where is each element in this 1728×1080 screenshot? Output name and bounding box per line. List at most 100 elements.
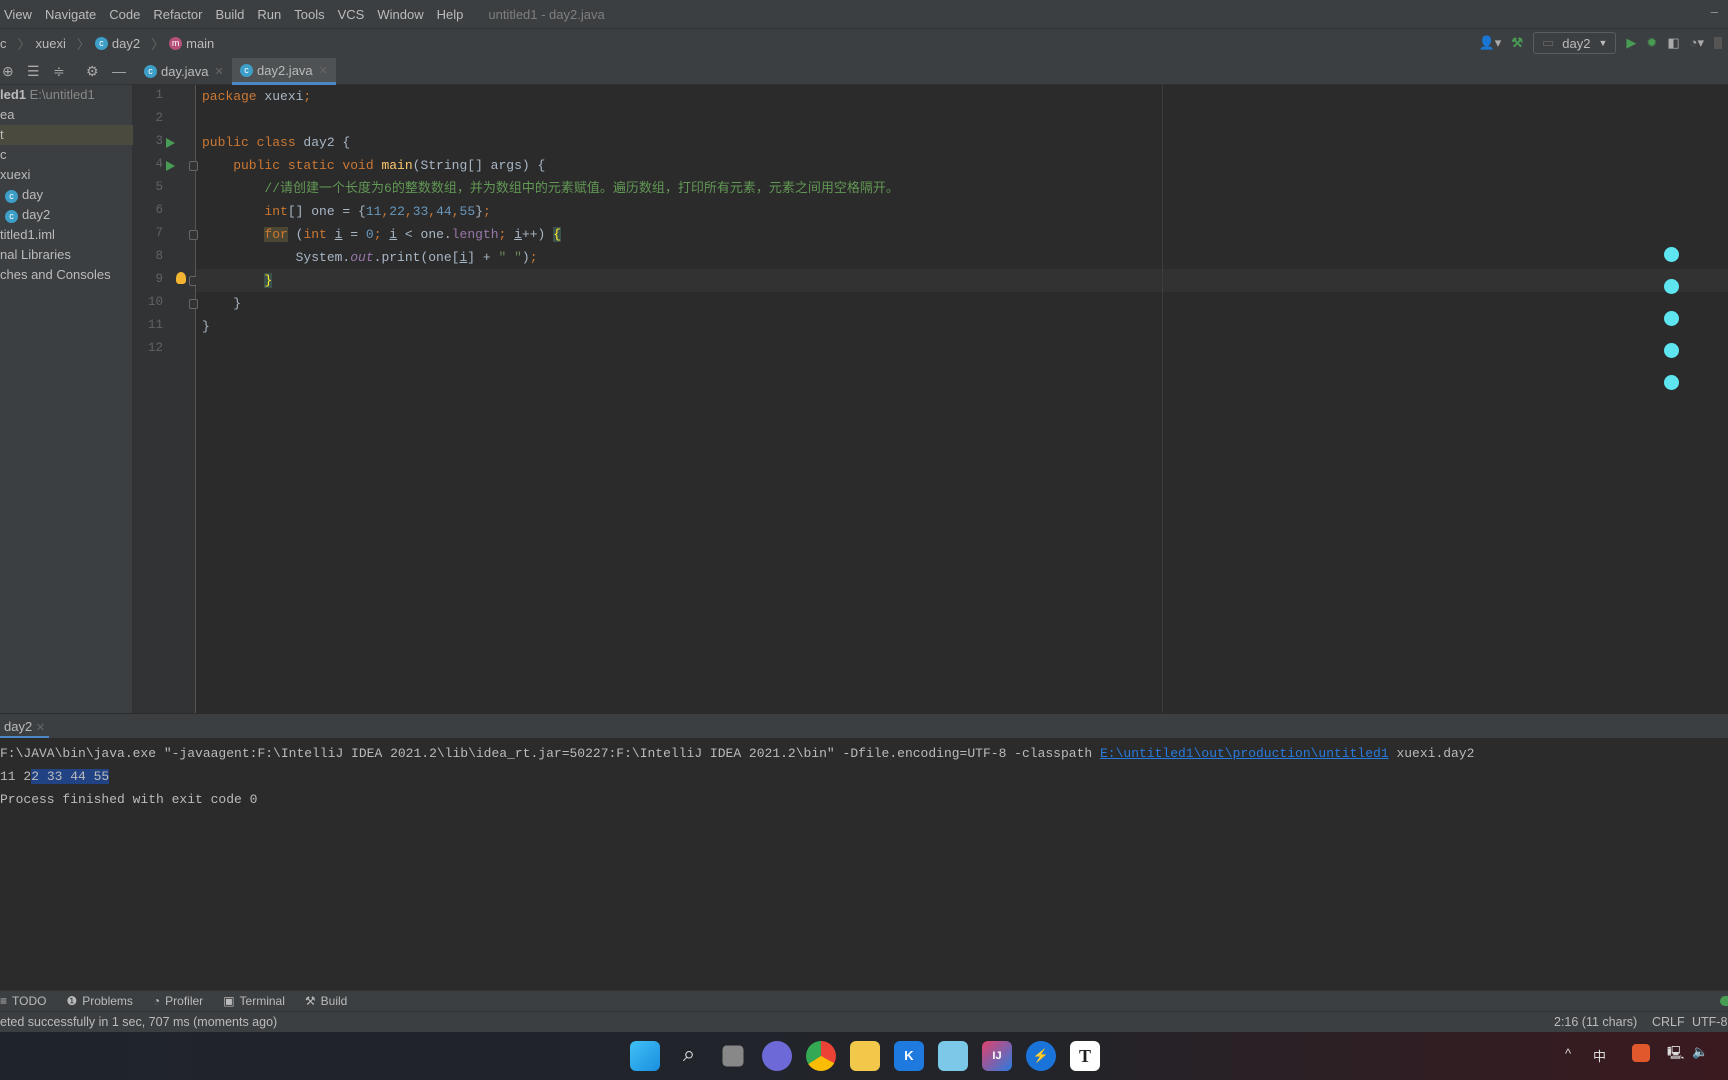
code-line[interactable]: public static void main(String[] args) { xyxy=(202,154,545,177)
tool-problems[interactable]: ❶ Problems xyxy=(66,994,132,1008)
tree-item-label: day2 xyxy=(22,207,51,222)
tool-profiler[interactable]: ◔ Profiler xyxy=(153,994,203,1008)
tool-terminal[interactable]: ▣ Terminal xyxy=(223,994,285,1008)
tree-item-src[interactable]: c xyxy=(0,145,133,165)
typora-icon[interactable]: T xyxy=(1070,1041,1100,1071)
profiler-icon: ◔ xyxy=(152,994,161,1008)
windows-start-icon[interactable] xyxy=(630,1041,660,1071)
file-encoding[interactable]: UTF-8 xyxy=(1692,1012,1727,1032)
menu-view[interactable]: View xyxy=(4,7,32,22)
line-number: 1 xyxy=(155,88,163,102)
hide-icon[interactable]: — xyxy=(112,63,126,79)
locate-icon[interactable]: ⊕ xyxy=(2,63,14,80)
run-main-icon[interactable] xyxy=(166,161,175,171)
kugou-icon[interactable]: K xyxy=(894,1041,924,1071)
profile-icon[interactable]: ◔▾ xyxy=(1690,35,1704,51)
code-line[interactable]: package xuexi; xyxy=(202,85,311,108)
tool-build[interactable]: ⚒ Build xyxy=(305,994,347,1008)
intellij-icon[interactable]: IJ xyxy=(982,1041,1012,1071)
command-main-class: xuexi.day2 xyxy=(1388,746,1475,761)
lightbulb-icon[interactable] xyxy=(176,272,186,284)
classpath-link[interactable]: E:\untitled1\out\production\untitled1 xyxy=(1100,746,1389,761)
network-icon[interactable]: 🖳 xyxy=(1667,1044,1684,1066)
menu-code[interactable]: Code xyxy=(109,7,140,22)
run-tab-day2[interactable]: day2 ✕ xyxy=(0,714,50,739)
tab-day-java[interactable]: c day.java ✕ xyxy=(136,58,232,85)
right-margin-guide xyxy=(1162,85,1163,713)
file-explorer-icon[interactable] xyxy=(850,1041,880,1071)
breadcrumb-package[interactable]: xuexi xyxy=(36,36,66,51)
tree-item-day[interactable]: c day xyxy=(0,185,133,205)
menu-help[interactable]: Help xyxy=(437,7,464,22)
app-icon[interactable] xyxy=(938,1041,968,1071)
menu-refactor[interactable]: Refactor xyxy=(153,7,202,22)
gear-icon[interactable]: ⚙ xyxy=(86,63,99,80)
build-hammer-icon[interactable]: ⚒ xyxy=(1511,35,1523,51)
cursor-position[interactable]: 2:16 (11 chars) xyxy=(1554,1012,1637,1032)
tool-todo[interactable]: ≡ TODO xyxy=(0,994,46,1008)
run-config-select[interactable]: ▭ day2 ▼ xyxy=(1532,32,1617,54)
project-root[interactable]: led1 E:\untitled1 xyxy=(0,85,133,105)
ime-indicator[interactable]: 中 xyxy=(1593,1046,1606,1065)
tree-item-label: day xyxy=(22,187,43,202)
code-token: package xyxy=(202,89,257,104)
code-token: xuexi xyxy=(256,89,304,104)
close-icon[interactable]: ✕ xyxy=(36,722,45,734)
tree-item-scratches[interactable]: ches and Consoles xyxy=(0,265,133,285)
menu-vcs[interactable]: VCS xyxy=(338,7,365,22)
breadcrumb-src[interactable]: c xyxy=(0,36,7,51)
debug-icon[interactable]: ✹ xyxy=(1646,35,1657,51)
code-line[interactable]: //请创建一个长度为6的整数数组，并为数组中的元素赋值。遍历数组，打印所有元素，… xyxy=(202,177,898,200)
code-line[interactable]: } xyxy=(202,315,210,338)
tree-item-iml[interactable]: titled1.iml xyxy=(0,225,133,245)
user-icon[interactable]: 👤▾ xyxy=(1479,35,1502,51)
task-view-icon[interactable] xyxy=(722,1045,744,1067)
code-line[interactable]: } xyxy=(202,269,273,292)
close-icon[interactable]: ✕ xyxy=(319,64,328,77)
tree-item-day2[interactable]: c day2 xyxy=(0,205,133,225)
chevron-up-icon[interactable]: ^ xyxy=(1565,1046,1571,1061)
console-output[interactable]: F:\JAVA\bin\java.exe "-javaagent:F:\Inte… xyxy=(0,738,1728,990)
search-icon[interactable]: ⌕ xyxy=(674,1041,704,1071)
command-text: F:\JAVA\bin\java.exe "-javaagent:F:\Inte… xyxy=(0,746,1100,761)
breadcrumb-class[interactable]: c day2 xyxy=(94,36,140,51)
menu-build[interactable]: Build xyxy=(215,7,244,22)
code-line[interactable]: } xyxy=(202,292,241,315)
line-number: 10 xyxy=(147,295,163,309)
code-token: ; xyxy=(482,204,491,219)
tab-label: day2.java xyxy=(257,62,313,78)
menu-run[interactable]: Run xyxy=(257,7,281,22)
volume-icon[interactable]: 🔈 xyxy=(1692,1044,1708,1060)
menu-window[interactable]: Window xyxy=(377,7,423,22)
tree-item-external-libraries[interactable]: nal Libraries xyxy=(0,245,133,265)
menu-tools[interactable]: Tools xyxy=(294,7,324,22)
tab-day2-java[interactable]: c day2.java ✕ xyxy=(232,58,336,85)
chrome-icon[interactable] xyxy=(806,1041,836,1071)
collapse-all-icon[interactable]: ≑ xyxy=(53,63,65,80)
breadcrumb-method[interactable]: m main xyxy=(169,36,214,51)
project-root-path: E:\untitled1 xyxy=(29,87,95,102)
run-icon[interactable]: ▶ xyxy=(1626,35,1636,51)
line-number: 7 xyxy=(155,226,163,240)
sogou-icon[interactable] xyxy=(1632,1044,1650,1062)
teams-icon[interactable] xyxy=(762,1041,792,1071)
line-separator[interactable]: CRLF xyxy=(1652,1012,1685,1032)
code-editor[interactable]: package xuexi; public class day2 { public… xyxy=(196,85,1728,713)
tree-item-idea[interactable]: ea xyxy=(0,105,133,125)
tree-item-xuexi[interactable]: xuexi xyxy=(0,165,133,185)
close-icon[interactable]: ✕ xyxy=(214,65,223,78)
stop-icon[interactable] xyxy=(1714,37,1722,49)
expand-all-icon[interactable]: ☰ xyxy=(27,63,40,80)
code-line[interactable]: public class day2 { xyxy=(202,131,350,154)
tree-item-out[interactable]: t xyxy=(0,125,133,145)
code-line[interactable]: System.out.print(one[i] + " "); xyxy=(202,246,538,269)
thunder-icon[interactable]: ⚡ xyxy=(1026,1041,1056,1071)
menu-navigate[interactable]: Navigate xyxy=(45,7,96,22)
coverage-icon[interactable]: ◧ xyxy=(1667,35,1679,51)
code-line[interactable]: for (int i = 0; i < one.length; i++) { xyxy=(202,223,561,246)
run-class-icon[interactable] xyxy=(166,138,175,148)
hammer-icon: ⚒ xyxy=(304,994,316,1008)
minimize-icon[interactable]: – xyxy=(1711,4,1718,19)
code-line[interactable]: int[] one = {11,22,33,44,55}; xyxy=(202,200,491,223)
